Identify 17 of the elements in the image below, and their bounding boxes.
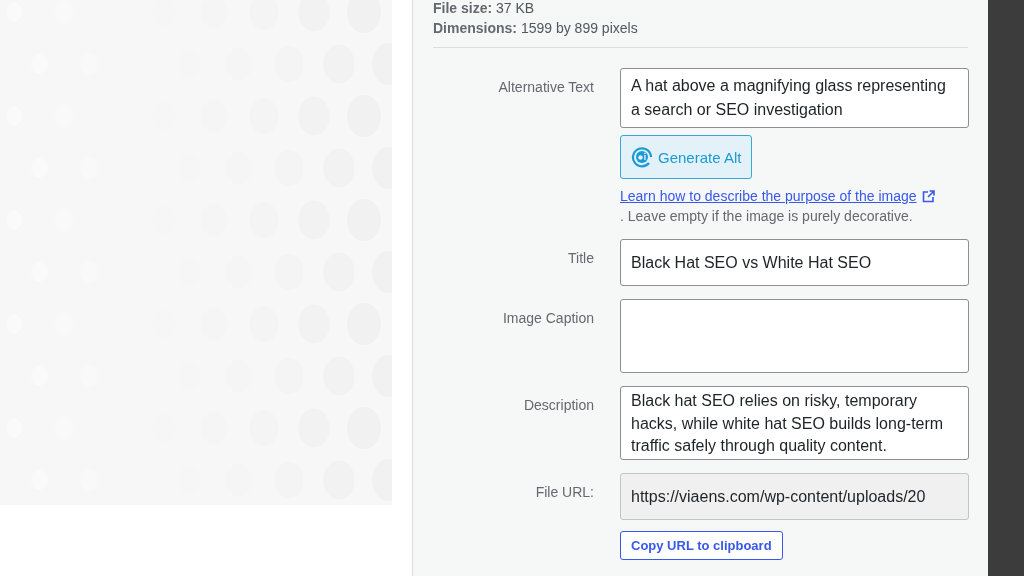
text-area[interactable]: A hat above a magnifying glass representing a search or SEO investigation: [620, 68, 969, 128]
copy-url-button[interactable]: Copy URL to clipboard: [620, 531, 783, 560]
help-link[interactable]: Learn how to describe the purpose of the image: [620, 187, 935, 206]
ai-logo-icon: [631, 146, 653, 168]
file-info-text: Dimensions: 1599 by 899 pixels: [433, 19, 638, 38]
field-label: Title: [568, 249, 594, 266]
text-area[interactable]: [620, 299, 969, 373]
text-field[interactable]: Black Hat SEO vs White Hat SEO: [620, 239, 969, 286]
file-info-text: File size: 37 KB: [433, 0, 535, 18]
url-field[interactable]: https://viaens.com/wp-content/uploads/20: [620, 473, 969, 520]
field-label: Image Caption: [502, 309, 594, 326]
external-link-icon: [921, 190, 935, 203]
field-label: File URL:: [535, 483, 594, 500]
help-text: . Leave empty if the image is purely decorative.: [620, 207, 913, 226]
field-label: Alternative Text: [498, 78, 594, 95]
field-label: Description: [523, 396, 594, 413]
text-area[interactable]: Black hat SEO relies on risky, temporary hacks, while white hat SEO builds long-term traffic safely through quality content.: [620, 386, 969, 460]
